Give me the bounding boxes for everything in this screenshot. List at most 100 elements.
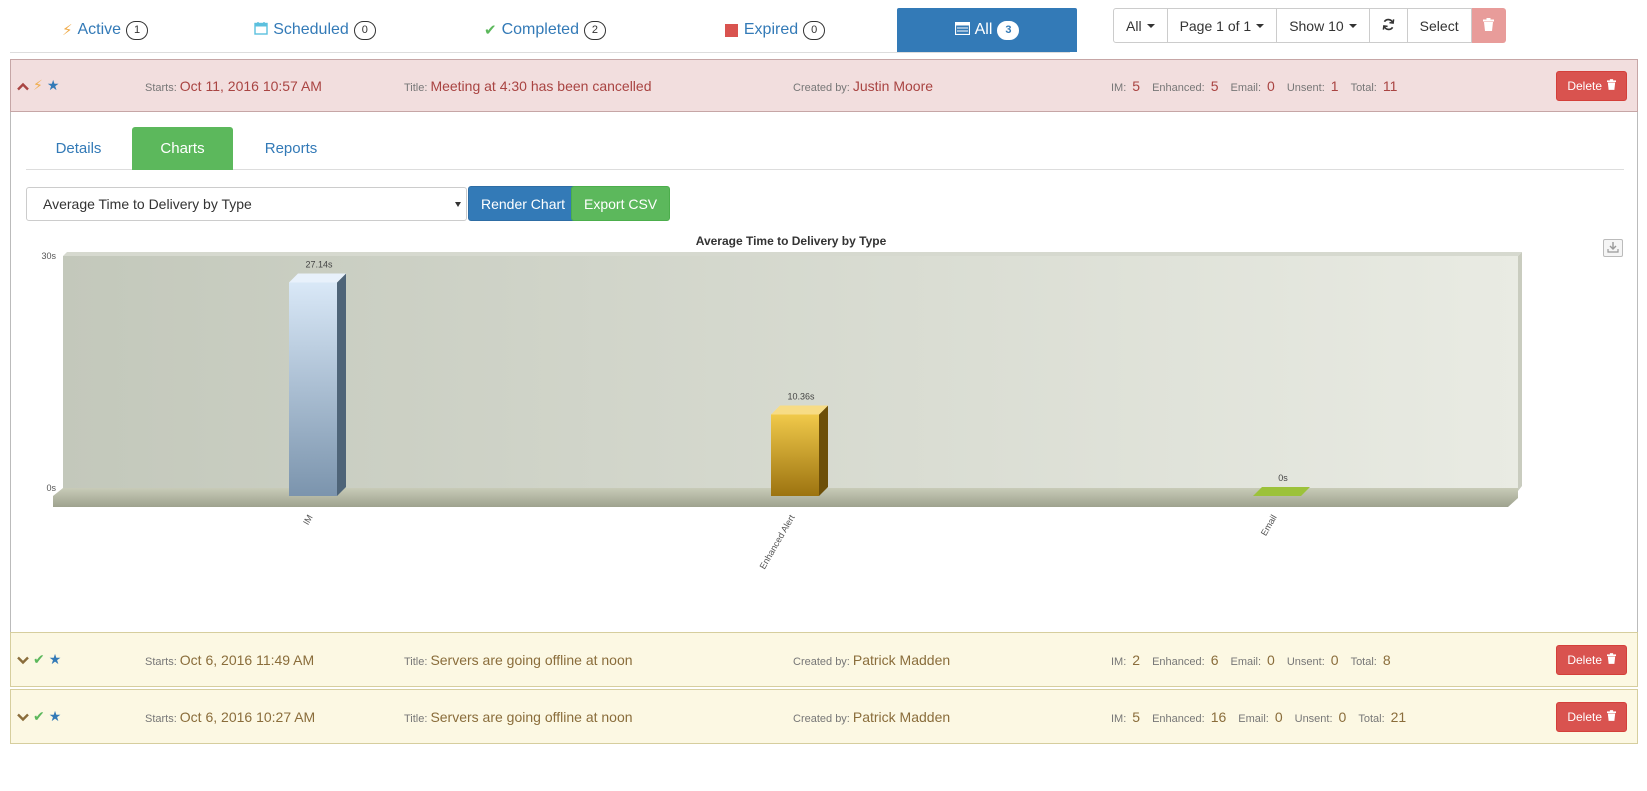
created-by-label: Created by: (793, 712, 850, 725)
bar (771, 414, 819, 496)
total-value: 8 (1382, 651, 1391, 668)
tab-completed-count: 2 (583, 20, 606, 40)
bar (289, 282, 337, 496)
email-value: 0 (1267, 651, 1275, 668)
bolt-icon: ⚡ (33, 77, 43, 93)
delete-button[interactable]: Delete (1556, 70, 1627, 101)
caret-down-icon (1348, 23, 1357, 28)
total-label: Total: (1358, 712, 1385, 725)
trash-icon (1482, 17, 1494, 34)
email-label: Email: (1230, 655, 1262, 668)
alert-row-icons: ✔ ★ (17, 651, 61, 668)
email-value: 0 (1267, 77, 1275, 94)
created-by-value: Patrick Madden (852, 651, 951, 668)
im-label: IM: (1111, 655, 1127, 668)
starts-label: Starts: (145, 81, 177, 94)
toolbar: All Page 1 of 1 Show 10 Select (1113, 8, 1506, 43)
bar-top (289, 273, 346, 283)
tab-all-count: 3 (997, 20, 1020, 40)
detail-tabs: Details Charts Reports (26, 127, 1624, 170)
tab-reports[interactable]: Reports (236, 127, 346, 170)
alert-stats: IM: 5 Enhanced: 5 Email: 0 Unsent: 1 Tot… (1111, 78, 1409, 94)
enhanced-value: 16 (1210, 708, 1227, 725)
starts-value: Oct 6, 2016 11:49 AM (179, 651, 315, 668)
chevron-up-icon[interactable] (17, 78, 29, 94)
show-dropdown-label: Show 10 (1289, 17, 1344, 34)
alert-stats: IM: 2 Enhanced: 6 Email: 0 Unsent: 0 Tot… (1111, 652, 1403, 668)
email-value: 0 (1274, 708, 1283, 725)
bar-side (819, 405, 828, 496)
starts-value: Oct 11, 2016 10:57 AM (179, 77, 322, 94)
tab-details[interactable]: Details (26, 127, 131, 170)
chart-plot-right-edge (1518, 252, 1522, 491)
title-value: Servers are going offline at noon (430, 651, 633, 668)
stop-icon (724, 23, 738, 37)
filter-dropdown-label: All (1126, 17, 1142, 34)
title-label: Title: (404, 655, 428, 668)
tab-expired-count: 0 (803, 20, 826, 40)
starts-value: Oct 6, 2016 10:27 AM (179, 708, 316, 725)
tab-all-label: All (974, 21, 993, 38)
export-csv-button[interactable]: Export CSV (571, 186, 671, 221)
trash-icon (1607, 652, 1616, 667)
tab-scheduled-count: 0 (353, 20, 376, 40)
delivery-time-chart: Average Time to Delivery by Type 30s 0s … (41, 234, 1522, 571)
check-icon: ✔ (33, 651, 45, 667)
im-value: 2 (1132, 651, 1141, 668)
chart-plot-top-edge (63, 252, 1522, 256)
enhanced-label: Enhanced: (1152, 81, 1205, 94)
tab-active-count: 1 (126, 20, 149, 40)
alert-row[interactable]: ✔ ★ Starts: Oct 6, 2016 11:49 AM Title: … (10, 632, 1638, 687)
select-button[interactable]: Select (1407, 8, 1472, 43)
total-label: Total: (1350, 655, 1377, 668)
filter-dropdown[interactable]: All (1113, 8, 1168, 43)
unsent-value: 1 (1330, 77, 1339, 94)
alert-creator: Created by: Patrick Madden (793, 652, 950, 668)
alert-row[interactable]: ✔ ★ Starts: Oct 6, 2016 10:27 AM Title: … (10, 689, 1638, 744)
refresh-icon (1382, 18, 1395, 34)
im-label: IM: (1111, 81, 1127, 94)
tab-expired-label: Expired (743, 21, 799, 38)
created-by-value: Patrick Madden (852, 708, 951, 725)
list-icon (954, 21, 970, 39)
delete-button[interactable]: Delete (1556, 701, 1627, 732)
tab-active[interactable]: ⚡ Active 1 (10, 8, 200, 52)
check-icon: ✔ (33, 708, 45, 724)
chart-title: Average Time to Delivery by Type (696, 234, 887, 248)
title-label: Title: (404, 81, 428, 94)
alert-title: Title: Meeting at 4:30 has been cancelle… (404, 78, 651, 94)
chevron-down-icon[interactable] (17, 709, 29, 725)
unsent-label: Unsent: (1294, 712, 1333, 725)
created-by-label: Created by: (793, 81, 850, 94)
title-label: Title: (404, 712, 428, 725)
page-dropdown[interactable]: Page 1 of 1 (1167, 8, 1278, 43)
unsent-label: Unsent: (1286, 81, 1325, 94)
caret-down-icon (455, 202, 461, 207)
alert-row[interactable]: ⚡ ★ Starts: Oct 11, 2016 10:57 AM Title:… (10, 59, 1638, 112)
tab-completed-label: Completed (501, 21, 579, 38)
x-tick-label: IM (301, 513, 315, 527)
tab-charts[interactable]: Charts (132, 127, 233, 170)
im-value: 5 (1132, 77, 1141, 94)
tab-expired[interactable]: Expired 0 (660, 8, 890, 52)
delete-button-label: Delete (1567, 652, 1602, 667)
refresh-button[interactable] (1369, 8, 1408, 43)
star-icon: ★ (48, 708, 62, 724)
chevron-down-icon[interactable] (17, 652, 29, 668)
delete-button-label: Delete (1567, 709, 1602, 724)
enhanced-label: Enhanced: (1152, 655, 1205, 668)
tab-scheduled[interactable]: Scheduled 0 (200, 8, 430, 52)
tab-all[interactable]: All 3 (897, 8, 1077, 52)
trash-icon (1607, 78, 1616, 93)
show-dropdown[interactable]: Show 10 (1277, 8, 1370, 43)
chart-type-select[interactable]: Average Time to Delivery by Type (26, 187, 467, 221)
delete-button[interactable]: Delete (1556, 644, 1627, 675)
bar-top (1253, 487, 1310, 496)
email-label: Email: (1238, 712, 1269, 725)
render-chart-button[interactable]: Render Chart (468, 186, 579, 221)
trash-icon (1607, 709, 1616, 724)
bar-value-label: 10.36s (787, 392, 815, 402)
enhanced-label: Enhanced: (1152, 712, 1205, 725)
tab-completed[interactable]: ✔ Completed 2 (430, 8, 660, 52)
bulk-delete-button[interactable] (1471, 8, 1506, 43)
